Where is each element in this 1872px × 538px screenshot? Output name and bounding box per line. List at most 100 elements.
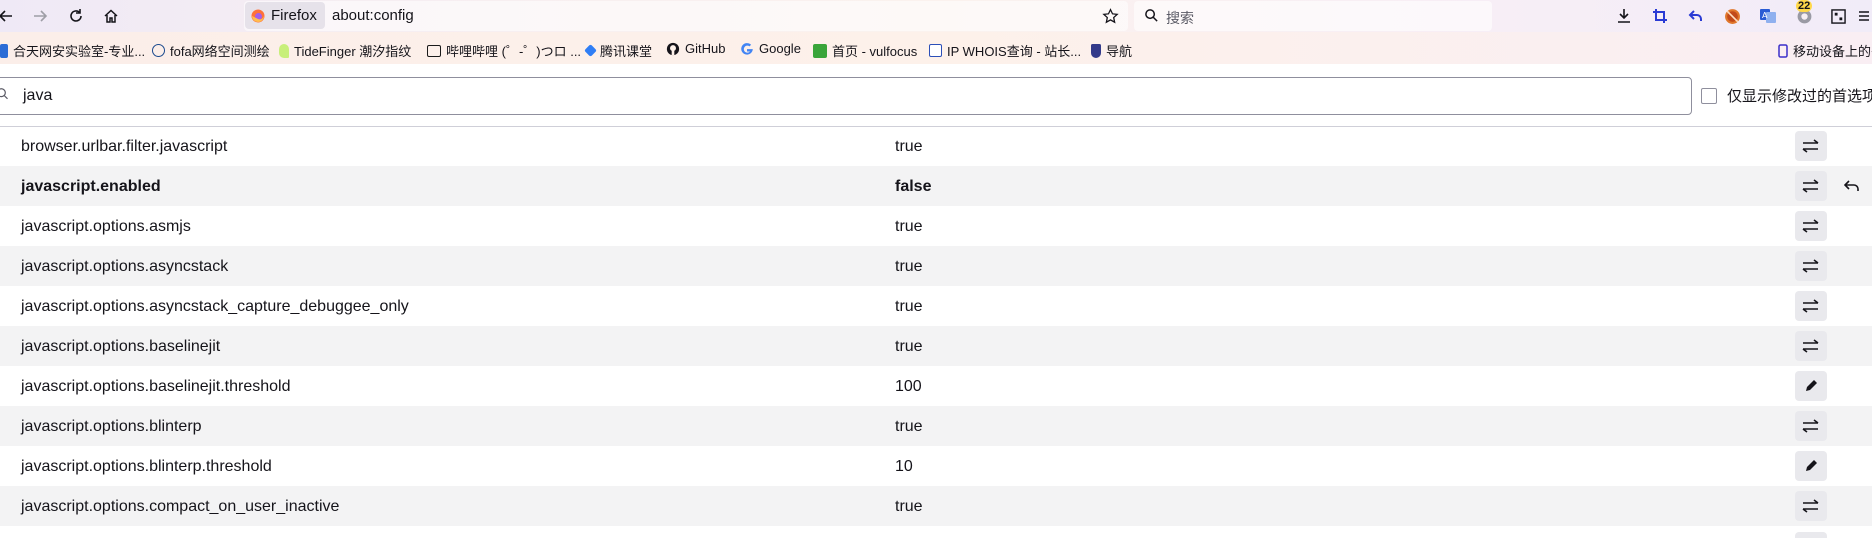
pref-value: true (895, 218, 923, 235)
back-button[interactable] (0, 4, 18, 28)
pref-row: browser.urlbar.filter.javascript true (0, 126, 1872, 166)
bookmark-item[interactable]: 腾讯课堂 (584, 41, 652, 60)
forward-arrow-icon (34, 10, 48, 22)
pref-name: javascript.options.baselinejit (21, 338, 221, 355)
nav-toolbar: Firefox about:config 搜索 A 22 (0, 0, 1872, 32)
block-extension-button[interactable] (1720, 4, 1744, 28)
toggle-button[interactable] (1795, 411, 1827, 441)
bookmark-item[interactable]: IP WHOIS查询 - 站长... (929, 41, 1081, 60)
pref-value: 10 (895, 458, 913, 475)
screenshot-extension-button[interactable] (1648, 4, 1672, 28)
toggle-arrows-icon (1802, 299, 1819, 313)
identity-box[interactable]: Firefox (245, 2, 325, 29)
fofa-favicon-icon (152, 44, 165, 57)
download-icon (1618, 9, 1630, 23)
mobile-bookmarks[interactable]: 移动设备上的书 (1778, 41, 1872, 60)
search-icon (0, 88, 8, 100)
pref-name: javascript.options.blinterp.threshold (21, 458, 272, 475)
pencil-icon (1806, 380, 1817, 391)
app-menu-button[interactable] (1856, 4, 1872, 28)
pref-row: javascript.options.blinterp.threshold 10 (0, 446, 1872, 486)
show-modified-checkbox[interactable] (1701, 87, 1717, 104)
reload-icon (70, 9, 82, 22)
home-icon (104, 9, 118, 23)
pref-name: javascript.options.asyncstack_capture_de… (21, 298, 409, 315)
reload-button[interactable] (64, 4, 88, 28)
show-modified-label: 仅显示修改过的首选项 (1727, 88, 1872, 105)
search-placeholder: 搜索 (1166, 10, 1194, 26)
back-arrow-icon (0, 10, 12, 22)
pref-value: true (895, 418, 923, 435)
nav-favicon-icon (1091, 43, 1101, 58)
hamburger-menu-icon (1859, 11, 1869, 21)
downloads-button[interactable] (1612, 4, 1636, 28)
home-button[interactable] (99, 4, 123, 28)
toggle-arrows-icon (1802, 219, 1819, 233)
pref-row: javascript.options.asyncstack_capture_de… (0, 286, 1872, 326)
pref-search-input[interactable]: java (0, 77, 1692, 115)
bookmark-item[interactable]: GitHub (666, 41, 725, 56)
prefs-table: browser.urlbar.filter.javascript true ja… (0, 126, 1872, 526)
reset-button[interactable] (1840, 176, 1864, 196)
toggle-arrows-icon (1802, 339, 1819, 353)
bookmark-item[interactable]: fofa网络空间测绘 (152, 41, 270, 60)
pencil-icon (1806, 460, 1817, 471)
bookmark-item[interactable]: 导航 (1091, 41, 1132, 60)
bookmark-item[interactable]: 首页 - vulfocus (813, 41, 917, 60)
google-icon (741, 42, 753, 55)
pref-row: javascript.options.asmjs true (0, 206, 1872, 246)
qr-code-icon (1830, 8, 1846, 24)
edit-button[interactable] (1795, 451, 1827, 481)
edit-button[interactable] (1795, 371, 1827, 401)
undo-arrow-icon (1688, 10, 1702, 21)
pref-value: true (895, 498, 923, 515)
search-bar[interactable]: 搜索 (1134, 1, 1492, 31)
toggle-arrows-icon (1802, 419, 1819, 433)
pref-row: javascript.options.asyncstack true (0, 246, 1872, 286)
bookmark-item[interactable]: TideFinger 潮汐指纹 (279, 41, 411, 60)
toggle-button[interactable] (1795, 331, 1827, 361)
toggle-button[interactable] (1795, 131, 1827, 161)
pref-name: javascript.options.baselinejit.threshold (21, 378, 291, 395)
bookmark-item[interactable]: 哔哩哔哩 (゜-゜)つロ ... (427, 41, 581, 60)
pref-value: true (895, 338, 923, 355)
bookmark-star-button[interactable] (1098, 4, 1122, 28)
pref-name: javascript.enabled (21, 178, 161, 195)
tidefinger-favicon-icon (279, 43, 289, 58)
pref-value: true (895, 138, 923, 155)
translate-extension-button[interactable]: A (1756, 4, 1780, 28)
pref-value: false (895, 178, 932, 195)
crop-icon (1653, 9, 1667, 23)
bookmark-item[interactable]: Google (740, 41, 801, 56)
toggle-arrows-icon (1802, 139, 1819, 153)
pref-name: javascript.options.blinterp (21, 418, 202, 435)
blocked-cookie-icon (1724, 8, 1740, 24)
bookmarks-toolbar: 合天网安实验室-专业... fofa网络空间测绘 TideFinger 潮汐指纹… (0, 32, 1872, 65)
pref-name: javascript.options.asmjs (21, 218, 191, 235)
bilibili-favicon-icon (427, 44, 441, 57)
mobile-device-icon (1778, 43, 1788, 58)
toggle-button[interactable] (1795, 171, 1827, 201)
forward-button[interactable] (28, 4, 52, 28)
hetian-favicon-icon (0, 43, 8, 58)
pref-name: javascript.options.compact_on_user_inact… (21, 498, 340, 515)
github-icon (666, 42, 680, 55)
toggle-button[interactable] (1795, 291, 1827, 321)
toggle-button[interactable] (1795, 251, 1827, 281)
toggle-button[interactable] (1795, 211, 1827, 241)
qr-extension-button[interactable] (1826, 4, 1850, 28)
svg-text:A: A (1762, 11, 1768, 20)
vulfocus-favicon-icon (813, 43, 827, 58)
toggle-arrows-icon (1802, 499, 1819, 513)
undo-extension-button[interactable] (1684, 4, 1708, 28)
url-text[interactable]: about:config (332, 7, 414, 24)
toggle-button[interactable] (1795, 532, 1827, 538)
translate-icon: A (1760, 9, 1776, 23)
toggle-button[interactable] (1795, 491, 1827, 521)
star-icon (1101, 7, 1119, 23)
pref-value: true (895, 258, 923, 275)
pref-row: javascript.options.baselinejit true (0, 326, 1872, 366)
show-modified-only[interactable]: 仅显示修改过的首选项 (1701, 85, 1872, 106)
bookmark-item[interactable]: 合天网安实验室-专业... (0, 41, 145, 60)
pref-row: javascript.options.compact_on_user_inact… (0, 486, 1872, 526)
